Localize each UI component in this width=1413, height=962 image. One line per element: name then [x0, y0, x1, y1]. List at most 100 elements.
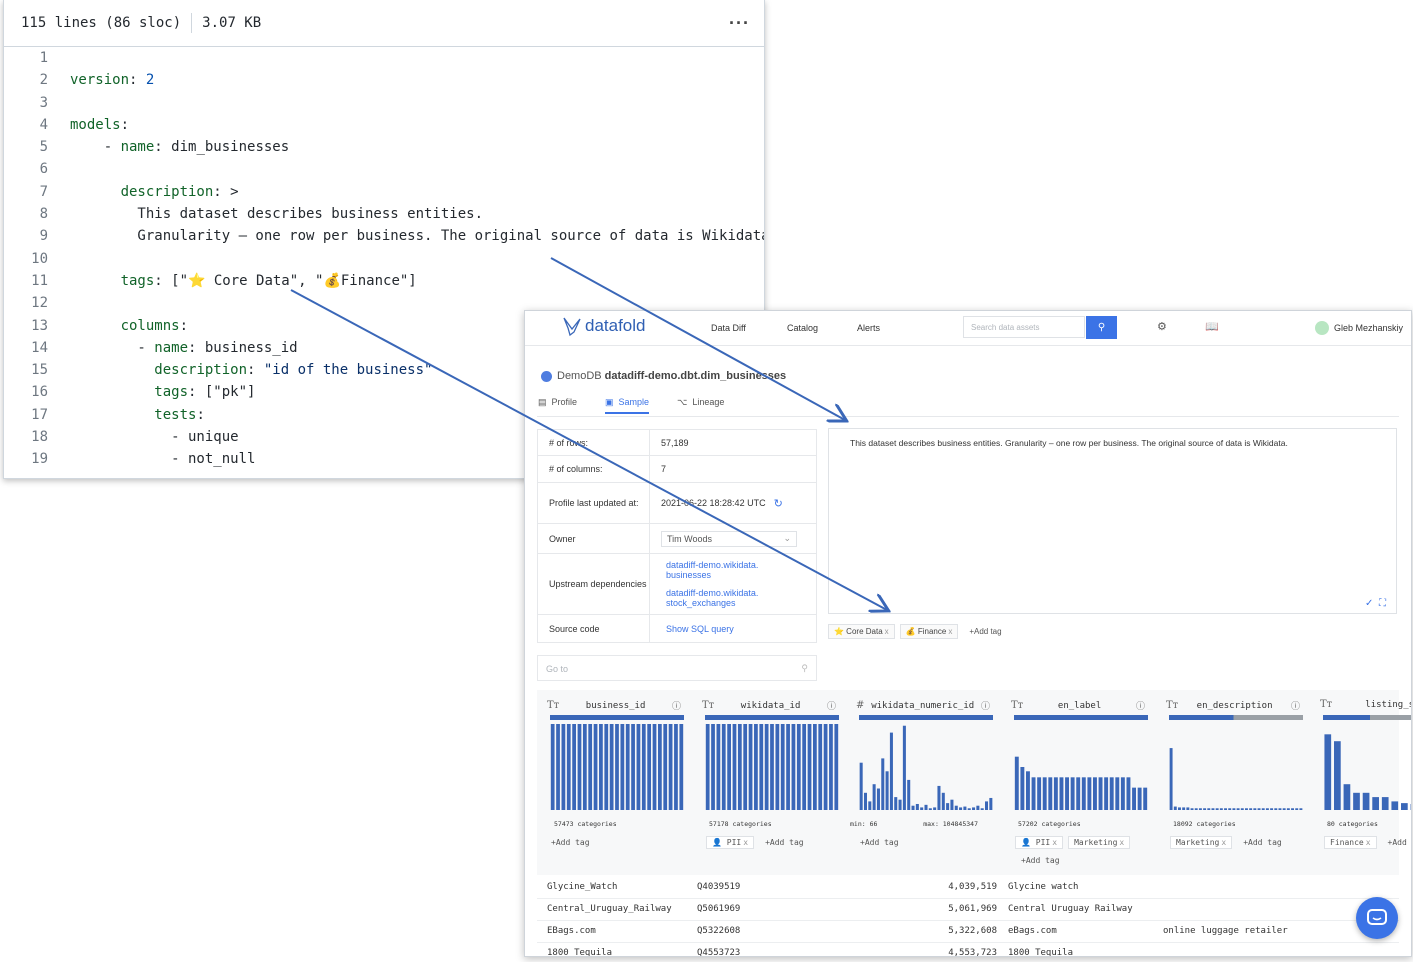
nav-catalog[interactable]: Catalog — [787, 323, 818, 333]
upstream-link-businesses[interactable]: datadiff-demo.wikidata. businesses — [666, 560, 776, 580]
column-tag[interactable]: 👤 PII x — [706, 836, 755, 849]
column-profile-listing_sto[interactable]: Tт listing_sto 80 categories Financex +Add… — [1310, 690, 1411, 875]
histogram-bar — [652, 724, 657, 810]
line-number[interactable]: 19 — [4, 448, 48, 470]
tag-core-data[interactable]: ⭐ Core Data x — [828, 624, 895, 639]
code-token: version — [70, 72, 130, 89]
histogram-bar — [1265, 808, 1269, 810]
column-profile-en_label[interactable]: Tт en_label ⓘ 57202 categories 👤 PII x Mark… — [1001, 690, 1149, 875]
upstream-link-stock-exchanges[interactable]: datadiff-demo.wikidata. stock_exchanges — [666, 588, 776, 608]
info-icon[interactable]: ⓘ — [827, 699, 836, 712]
book-icon[interactable]: 📖 — [1205, 320, 1219, 333]
column-profile-wikidata_numeric_id[interactable]: # wikidata_numeric_id ⓘ min: 66 max: 1048… — [846, 690, 994, 875]
line-number[interactable]: 12 — [4, 292, 48, 314]
code-token: tags — [154, 384, 189, 401]
expand-icon[interactable]: ⛶ — [1379, 598, 1386, 609]
add-tag-button[interactable]: +Add tag — [860, 838, 899, 847]
close-icon[interactable]: x — [743, 838, 748, 847]
tab-sample[interactable]: ▣ Sample — [605, 397, 650, 414]
line-number[interactable]: 1 — [4, 47, 48, 69]
info-icon[interactable]: ⓘ — [1291, 699, 1300, 712]
close-icon[interactable]: x — [948, 627, 952, 636]
line-number[interactable]: 5 — [4, 136, 48, 158]
top-nav: datafold Data Diff Catalog Alerts Search… — [525, 311, 1411, 346]
description-editor[interactable]: This dataset describes business entities… — [828, 428, 1397, 614]
search-button[interactable]: ⚲ — [1086, 316, 1117, 339]
tag-finance[interactable]: 💰 Finance x — [899, 624, 959, 639]
histogram-bar — [928, 808, 932, 810]
column-tag[interactable]: Finance x — [1324, 836, 1377, 849]
show-sql-link[interactable]: Show SQL query — [666, 624, 734, 634]
add-tag-button[interactable]: +Add tag — [765, 838, 804, 849]
histogram-bar — [1190, 808, 1194, 810]
search-input[interactable]: Search data assets — [963, 316, 1085, 338]
column-profile-wikidata_id[interactable]: Tт wikidata_id ⓘ 57178 categories 👤 PII x +… — [692, 690, 840, 875]
add-tag-button[interactable]: +Add tag — [1243, 838, 1282, 849]
datafold-logo[interactable]: datafold — [561, 315, 646, 337]
info-icon[interactable]: ⓘ — [981, 699, 990, 712]
column-tag[interactable]: Marketing x — [1170, 836, 1233, 849]
chat-launcher-button[interactable] — [1356, 897, 1398, 939]
column-tag[interactable]: 👤 PII x — [1015, 836, 1064, 849]
more-options-icon[interactable]: ··· — [729, 13, 750, 34]
add-tag-button[interactable]: +Add tag — [1388, 838, 1411, 849]
tag-label: Marketing — [1074, 838, 1118, 847]
line-number[interactable]: 2 — [4, 69, 48, 91]
search-icon: ⚲ — [801, 663, 808, 673]
column-profile-en_description[interactable]: Tт en_description ⓘ 18092 categories Mark… — [1156, 690, 1304, 875]
line-number[interactable]: 10 — [4, 248, 48, 270]
table-cell: Q4039519 — [697, 882, 741, 892]
add-tag-button[interactable]: +Add tag — [1021, 856, 1060, 865]
column-tag[interactable]: Marketing x — [1068, 836, 1131, 849]
line-number[interactable]: 8 — [4, 203, 48, 225]
table-row[interactable]: EBags.com Q5322608 5,322,608 eBags.com onlin… — [537, 921, 1399, 943]
info-icon[interactable]: ⓘ — [672, 699, 681, 712]
line-number[interactable]: 4 — [4, 114, 48, 136]
line-number[interactable]: 3 — [4, 92, 48, 114]
add-tag-button[interactable]: +Add tag — [969, 627, 1001, 636]
table-row[interactable]: 1800_Tequila Q4553723 4,553,723 1800 Tequil… — [537, 943, 1399, 956]
histogram — [1169, 748, 1303, 810]
line-number[interactable]: 13 — [4, 315, 48, 337]
line-number[interactable]: 15 — [4, 359, 48, 381]
tab-profile[interactable]: ▤ Profile — [538, 397, 577, 408]
close-icon[interactable]: x — [885, 627, 889, 636]
nav-data-diff[interactable]: Data Diff — [711, 323, 746, 333]
close-icon[interactable]: x — [1366, 838, 1371, 847]
line-number[interactable]: 6 — [4, 158, 48, 180]
table-row[interactable]: Central_Uruguay_Railway Q5061969 5,061,969… — [537, 899, 1399, 921]
close-icon[interactable]: x — [1221, 838, 1226, 847]
histogram-bar — [907, 779, 911, 810]
histogram-bar — [1299, 808, 1303, 810]
line-number[interactable]: 9 — [4, 225, 48, 247]
line-code: version: 2 — [48, 69, 154, 91]
table-row[interactable]: Glycine_Watch Q4039519 4,039,519 Glycine wa… — [537, 877, 1399, 899]
breadcrumb-db[interactable]: DemoDB — [557, 370, 602, 382]
goto-input[interactable]: Go to ⚲ — [537, 655, 817, 681]
histogram-bar — [1186, 807, 1190, 810]
close-icon[interactable]: x — [1119, 838, 1124, 847]
user-menu[interactable]: Gleb Mezhanskiy — [1314, 321, 1403, 335]
histogram-bar — [1093, 777, 1097, 810]
histogram-bar — [946, 803, 950, 810]
add-tag-button[interactable]: +Add tag — [551, 838, 590, 847]
refresh-icon[interactable]: ↻ — [774, 497, 783, 510]
tab-lineage[interactable]: ⌥ Lineage — [677, 397, 724, 408]
close-icon[interactable]: x — [1052, 838, 1057, 847]
column-profile-business_id[interactable]: Tт business_id ⓘ 57473 categories +Add ta… — [537, 690, 685, 875]
gear-icon[interactable]: ⚙ — [1157, 320, 1167, 333]
line-number[interactable]: 11 — [4, 270, 48, 292]
histogram-bar — [967, 808, 971, 810]
line-number[interactable]: 18 — [4, 426, 48, 448]
nav-alerts[interactable]: Alerts — [857, 323, 880, 333]
line-number[interactable]: 17 — [4, 404, 48, 426]
column-header: Tт wikidata_id ⓘ — [692, 699, 840, 712]
line-code: tests: — [48, 404, 205, 426]
line-number[interactable]: 14 — [4, 337, 48, 359]
line-number[interactable]: 16 — [4, 381, 48, 403]
info-icon[interactable]: ⓘ — [1136, 699, 1145, 712]
owner-select[interactable]: Tim Woods ⌄ — [661, 530, 797, 547]
check-icon[interactable]: ✓ — [1365, 598, 1373, 609]
line-number[interactable]: 7 — [4, 181, 48, 203]
